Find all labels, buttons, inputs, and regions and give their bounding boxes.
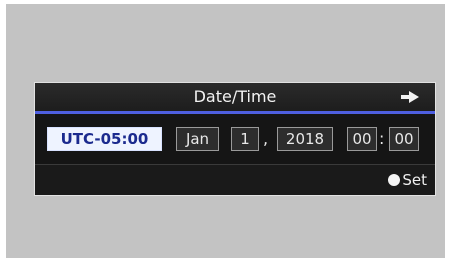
- dialog-title-bar: Date/Time: [35, 83, 435, 111]
- date-separator: ,: [263, 129, 269, 148]
- hour-field[interactable]: 00: [347, 127, 377, 151]
- time-separator: :: [379, 129, 385, 148]
- datetime-dialog: Date/Time UTC-05:00 Jan 1 , 2018 00 : 00…: [34, 82, 436, 196]
- dialog-title: Date/Time: [193, 87, 277, 106]
- dialog-footer: Set: [35, 164, 435, 195]
- set-label: Set: [402, 171, 427, 189]
- set-button[interactable]: Set: [388, 170, 427, 190]
- datetime-row: UTC-05:00 Jan 1 , 2018 00 : 00: [35, 114, 435, 164]
- day-field[interactable]: 1: [231, 127, 259, 151]
- camera-screen: Date/Time UTC-05:00 Jan 1 , 2018 00 : 00…: [6, 4, 445, 258]
- return-arrow-icon[interactable]: [401, 91, 419, 103]
- footer-divider: [35, 164, 435, 165]
- circle-button-icon: [388, 174, 401, 186]
- month-field[interactable]: Jan: [176, 127, 219, 151]
- year-field[interactable]: 2018: [277, 127, 333, 151]
- minute-field[interactable]: 00: [389, 127, 419, 151]
- timezone-field[interactable]: UTC-05:00: [47, 127, 162, 151]
